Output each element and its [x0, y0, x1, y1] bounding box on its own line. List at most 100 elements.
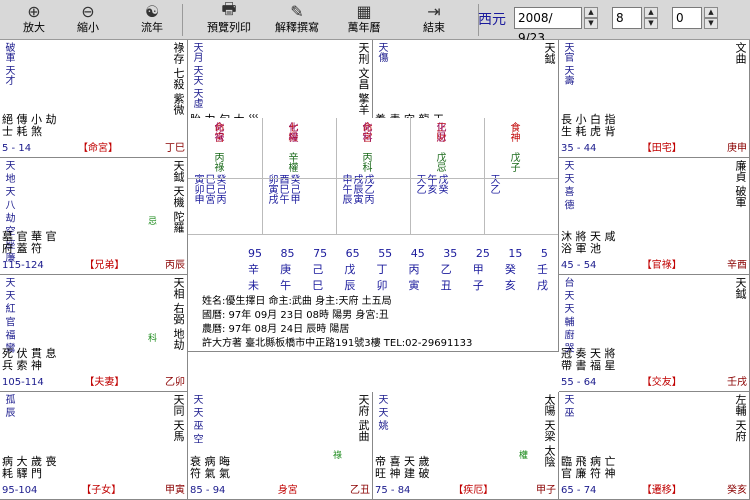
spirit-stars: 絕 傳 小 劫 士 耗 煞: [2, 113, 57, 138]
palace-name: 身宮: [277, 485, 298, 496]
toolbar-button-label: 預覽列印: [207, 21, 251, 34]
toolbar-button-label: 縮小: [77, 21, 99, 34]
palace-footer: 95-104 【子女】 甲寅: [2, 485, 185, 497]
spin-up-icon[interactable]: ▲: [584, 7, 598, 18]
center-cell-c: 戊忌: [434, 152, 445, 172]
palace-cell[interactable]: 天相 右弼 地劫 天 天 紅 官 福 鸞科死 伏 貫 息 兵 索 神 105-114…: [0, 275, 188, 392]
spirit-stars: 冠 奏 天 將 帶 書 福 星: [561, 347, 616, 372]
toolbar-button-0[interactable]: ⊕ 放大: [8, 1, 60, 39]
spin-up-icon[interactable]: ▲: [644, 7, 658, 18]
center-cell-b: 化忌: [434, 122, 445, 142]
palace-cell[interactable]: 天同 天馬 孤 辰病 大 歲 喪 耗 驛 門 95-104 【子女】 甲寅: [0, 392, 188, 500]
center-cell-b: 化科: [360, 122, 371, 142]
palace-cell[interactable]: 左輔 天府 天 巫臨 飛 病 亡 官 廉 符 神 65 - 74 【遷移】 癸亥: [559, 392, 750, 500]
palace-footer: 65 - 74 【遷移】 癸亥: [561, 485, 747, 497]
branches-item: 亥: [504, 279, 516, 292]
toolbar-button-3[interactable]: 🖶 預覽列印: [196, 0, 262, 39]
main-stars: 天府 武曲: [357, 394, 370, 442]
palace-cell[interactable]: 太陽 天梁 太陰 天 天 姚權 帝 喜 天 歲 旺 神 建 破 75 - 84 【疾厄】…: [373, 392, 559, 500]
toolbar-button-label: 萬年曆: [347, 21, 381, 34]
center-cell-c: 丙科: [360, 152, 371, 172]
contact-line: 許大方著 臺北縣板橋市中正路191號3樓 TEL:02-29691133: [202, 338, 473, 349]
minor-stars: 台 天 天 輔 廚 哭: [562, 277, 573, 353]
toolbar-button-5[interactable]: ▦ 萬年曆: [338, 1, 390, 39]
palace-footer: 55 - 64 【交友】 壬戌: [561, 377, 747, 389]
exit-icon: ⇥: [427, 1, 441, 21]
center-divider: [410, 118, 411, 234]
age-range: 95-104: [2, 485, 38, 496]
spin-down-icon[interactable]: ▼: [644, 18, 658, 29]
branches-item: 午: [280, 279, 292, 292]
spirit-stars: 衰 病 晦 符 氣 氣: [190, 455, 230, 480]
center-cell-c: 辛權: [286, 152, 297, 172]
palace-branch: 癸亥: [726, 485, 747, 496]
minor-stars: 天月 天天 天虛: [191, 42, 202, 109]
palace-cell[interactable]: 天鉞 天機 陀羅天 地 天 八 劫 空 座 廉忌墓 官 華 官 府 蓋 符 115…: [0, 158, 188, 275]
palace-cell[interactable]: 天鉞 台 天 天 輔 廚 哭冠 奏 天 將 帶 書 福 星 55 - 64 【交友】 壬…: [559, 275, 750, 392]
palace-cell[interactable]: 天府 武曲 天 天 巫 空祿 衰 病 晦 符 氣 氣 85 - 94 身宮 乙丑: [188, 392, 373, 500]
toolbar-button-label: 放大: [23, 21, 45, 34]
spin-down-icon[interactable]: ▼: [584, 18, 598, 29]
branches-item: 子: [472, 279, 484, 292]
age-range: 35 - 44: [561, 143, 597, 154]
minor-stars: 天 天 姚: [376, 394, 387, 431]
lunar-line: 農曆: 97年 08月 24日 辰時 陽居: [202, 324, 350, 335]
years-item: 5: [540, 247, 548, 260]
years-item: 15: [508, 247, 523, 260]
palace-cell[interactable]: 文曲 天官 天壽長 小 白 指 生 耗 虎 背 35 - 44 【田宅】 庚申: [559, 40, 750, 158]
minor-stars: 天官 天壽: [562, 42, 573, 86]
palace-branch: 甲子: [535, 485, 556, 496]
years-item: 75: [313, 247, 328, 260]
toolbar-button-label: 結束: [423, 21, 445, 34]
branches-item: 辰: [344, 279, 356, 292]
print-preview-icon: 🖶: [221, 0, 237, 18]
palace-branch: 丁巳: [165, 143, 185, 154]
age-range: 85 - 94: [190, 485, 226, 496]
minute-spinner[interactable]: ▲ ▼: [704, 7, 718, 29]
toolbar-button-1[interactable]: ⊖ 縮小: [62, 1, 114, 39]
years-item: 25: [475, 247, 490, 260]
main-stars: 太陽 天梁 太陰: [543, 394, 556, 467]
spin-down-icon[interactable]: ▼: [704, 18, 718, 29]
chart-center-panel: 命宮 化祿 丙祿 癸己丙 巳巳宮 寅卯申 七殺 化權 辛權 癸己甲 酉巳午 卯寅戌 命宮 化科 丙科…: [188, 118, 559, 352]
main-stars: 祿存 七殺 紫微: [172, 42, 185, 115]
age-range: 45 - 54: [561, 260, 597, 271]
date-spinner[interactable]: ▲ ▼: [584, 7, 598, 29]
main-stars: 天相 右弼 地劫: [172, 277, 185, 350]
palace-name: 【夫妻】: [84, 377, 125, 388]
palace-cell[interactable]: 祿存 七殺 紫微 破軍 天才絕 傳 小 劫 士 耗 煞 5 - 14 【命宮】 丁巳: [0, 40, 188, 158]
date-field[interactable]: 2008/ 9/23: [514, 7, 582, 45]
spirit-stars: 長 小 白 指 生 耗 虎 背: [561, 113, 616, 138]
toolbar-button-2[interactable]: ☯ 流年: [126, 1, 178, 39]
palace-footer: 35 - 44 【田宅】 庚申: [561, 143, 747, 155]
stems-item: 己: [312, 263, 324, 276]
age-range: 105-114: [2, 377, 44, 388]
stems-row: 辛庚己戊丁丙乙甲癸壬: [248, 264, 548, 276]
toolbar-separator: [182, 4, 183, 36]
spirit-stars: 死 伏 貫 息 兵 索 神: [2, 347, 57, 372]
toolbar: ⊕ 放大 ⊖ 縮小 ☯ 流年 🖶 預覽列印 ✎ 解釋撰寫 ▦ 萬年曆 ⇥ 結束 西元 2008/ 9/23 ▲ ▼…: [0, 0, 750, 45]
yin-yang-icon: ☯: [144, 1, 160, 21]
toolbar-button-4[interactable]: ✎ 解釋撰寫: [264, 1, 330, 39]
spin-up-icon[interactable]: ▲: [704, 7, 718, 18]
minor-stars: 破軍 天才: [3, 42, 14, 86]
minute-field[interactable]: 0: [672, 7, 702, 29]
center-cell-c: 丙祿: [212, 152, 223, 172]
palace-name: 【疾厄】: [453, 485, 494, 496]
name-line: 姓名:優生擇日 命主:武曲 身主:天府 土五局: [202, 296, 392, 307]
exit-button[interactable]: ⇥ 結束: [408, 1, 460, 39]
palace-footer: 105-114 【夫妻】 乙卯: [2, 377, 185, 389]
main-stars: 廉貞 破軍: [734, 160, 747, 208]
hour-spinner[interactable]: ▲ ▼: [644, 7, 658, 29]
spirit-stars: 臨 飛 病 亡 官 廉 符 神: [561, 455, 616, 480]
palace-cell[interactable]: 廉貞 破軍 天 天 喜 德沐 將 天 咸 浴 軍 池 45 - 54 【官祿】 辛酉: [559, 158, 750, 275]
branches-item: 寅: [408, 279, 420, 292]
age-range: 115-124: [2, 260, 44, 271]
branches-item: 丑: [440, 279, 452, 292]
center-cell-d: 戊癸 午亥 天乙: [414, 174, 447, 194]
branches-item: 卯: [376, 279, 388, 292]
main-stars: 天刑 文昌 擎羊: [357, 42, 370, 115]
palace-branch: 乙丑: [349, 485, 370, 496]
center-cell-c: 戊子: [508, 152, 519, 172]
hour-field[interactable]: 8: [612, 7, 642, 29]
